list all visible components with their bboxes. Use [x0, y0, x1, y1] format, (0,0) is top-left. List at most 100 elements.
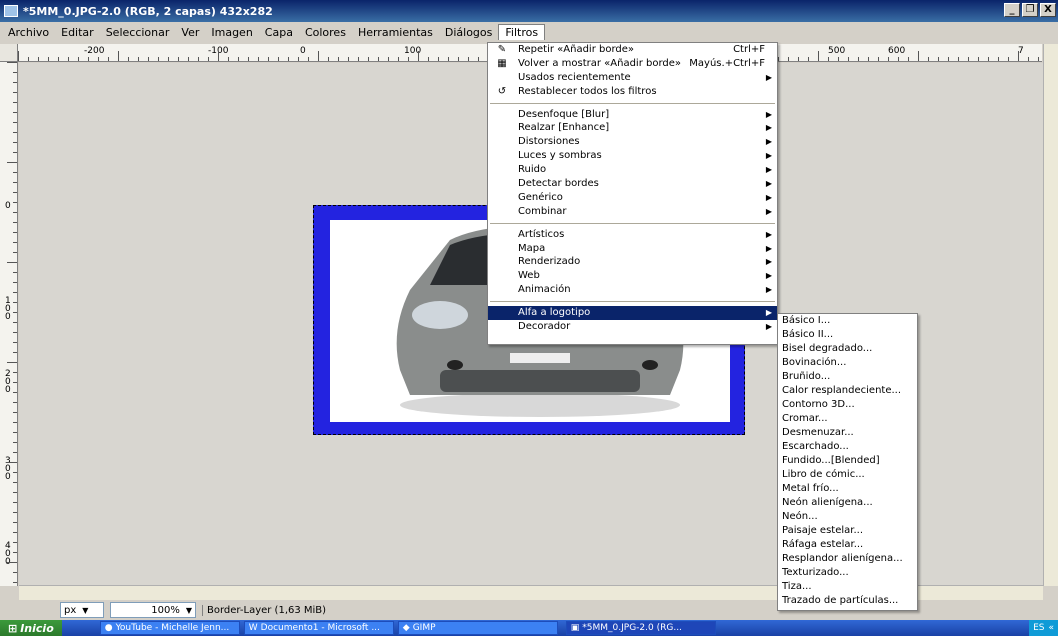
submenu-item-cromar[interactable]: Cromar... — [778, 412, 917, 426]
menu-imagen[interactable]: Imagen — [205, 25, 258, 40]
system-tray: ES « — [1029, 620, 1058, 636]
window-controls: _ ❐ X — [1004, 3, 1056, 17]
menu-item-restablecer-todos-los-filtros[interactable]: ↺ Restablecer todos los filtros — [488, 85, 777, 99]
menu-item-label: Renderizado — [518, 256, 581, 268]
minimize-button[interactable]: _ — [1004, 3, 1020, 17]
submenu-item-b-sico-i[interactable]: Básico I... — [778, 314, 917, 328]
menu-item-mapa[interactable]: Mapa ▶ — [488, 242, 777, 256]
menu-di-logos[interactable]: Diálogos — [439, 25, 499, 40]
repeat-icon: ✎ — [497, 44, 507, 55]
vertical-scrollbar[interactable] — [1043, 44, 1058, 586]
submenu-item-libro-de-c-mic[interactable]: Libro de cómic... — [778, 468, 917, 482]
menu-item-repetir-a-adir-borde[interactable]: ✎ Repetir «Añadir borde» Ctrl+F — [488, 43, 777, 57]
submenu-item-ne-n[interactable]: Neón... — [778, 510, 917, 524]
menu-item-combinar[interactable]: Combinar ▶ — [488, 205, 777, 219]
menu-seleccionar[interactable]: Seleccionar — [100, 25, 176, 40]
menu-item-usados-recientemente[interactable]: Usados recientemente ▶ — [488, 71, 777, 85]
ruler-tick-label: 0 — [5, 201, 11, 211]
submenu-item-bru-ido[interactable]: Bruñido... — [778, 370, 917, 384]
menu-item-label: Ruido — [518, 164, 547, 176]
layer-status: Border-Layer (1,63 MiB) — [202, 604, 326, 616]
menu-item-web[interactable]: Web ▶ — [488, 269, 777, 283]
submenu-item-escarchado[interactable]: Escarchado... — [778, 440, 917, 454]
submenu-item-r-faga-estelar[interactable]: Ráfaga estelar... — [778, 538, 917, 552]
menu-item-desenfoque-blur[interactable]: Desenfoque [Blur] ▶ — [488, 108, 777, 122]
zoom-select[interactable]: 100% ▼ — [110, 602, 196, 618]
menu-filtros[interactable]: Filtros — [498, 24, 546, 40]
task-label: Documento1 - Microsoft ... — [260, 623, 380, 633]
menu-item-renderizado[interactable]: Renderizado ▶ — [488, 255, 777, 269]
submenu-item-fundido-blended[interactable]: Fundido...[Blended] — [778, 454, 917, 468]
title-bar: *5MM_0.JPG-2.0 (RGB, 2 capas) 432x282 _ … — [0, 0, 1058, 22]
submenu-arrow-icon: ▶ — [765, 109, 772, 119]
ruler-tick-label: -200 — [84, 46, 105, 56]
submenu-item-b-sico-ii[interactable]: Básico II... — [778, 328, 917, 342]
menu-colores[interactable]: Colores — [299, 25, 352, 40]
word-icon: W — [248, 623, 258, 633]
menu-item-luces-y-sombras[interactable]: Luces y sombras ▶ — [488, 149, 777, 163]
menu-item-realzar-enhance[interactable]: Realzar [Enhance] ▶ — [488, 121, 777, 135]
submenu-item-bovinaci-n[interactable]: Bovinación... — [778, 356, 917, 370]
menu-separator — [490, 102, 775, 104]
task-gimp-image[interactable]: ▣ *5MM_0.JPG-2.0 (RG... — [565, 621, 716, 635]
menu-item-art-sticos[interactable]: Artísticos ▶ — [488, 228, 777, 242]
menu-item-label: Repetir «Añadir borde» — [518, 44, 635, 55]
menu-editar[interactable]: Editar — [55, 25, 100, 40]
menu-item-label: Combinar — [518, 205, 567, 217]
submenu-arrow-icon: ▶ — [765, 206, 772, 216]
vertical-ruler[interactable]: 01 0 02 0 03 0 04 0 0 — [0, 62, 18, 586]
submenu-arrow-icon: ▶ — [765, 123, 772, 133]
ruler-corner[interactable] — [0, 44, 18, 62]
menu-item-decorador[interactable]: Decorador ▶ — [488, 320, 777, 334]
submenu-item-bisel-degradado[interactable]: Bisel degradado... — [778, 342, 917, 356]
submenu-item-trazado-de-part-culas[interactable]: Trazado de partículas... — [778, 594, 917, 608]
start-button[interactable]: ⊞ Inicio — [0, 620, 62, 636]
submenu-item-tiza[interactable]: Tiza... — [778, 580, 917, 594]
menu-item-gen-rico[interactable]: Genérico ▶ — [488, 191, 777, 205]
submenu-item-metal-fr-o[interactable]: Metal frío... — [778, 482, 917, 496]
menu-item-label: Detectar bordes — [518, 178, 599, 190]
task-youtube[interactable]: ● YouTube - Michelle Jenn... — [99, 621, 240, 635]
menu-item-label: Decorador — [518, 321, 571, 333]
submenu-item-paisaje-estelar[interactable]: Paisaje estelar... — [778, 524, 917, 538]
ruler-tick-label: 600 — [888, 46, 906, 56]
task-word[interactable]: W Documento1 - Microsoft ... — [243, 621, 394, 635]
unit-value: px — [64, 604, 77, 616]
menu-item-animaci-n[interactable]: Animación ▶ — [488, 283, 777, 297]
reshow-icon: ▦ — [497, 57, 507, 69]
submenu-item-texturizado[interactable]: Texturizado... — [778, 566, 917, 580]
submenu-arrow-icon: ▶ — [765, 257, 772, 267]
menu-item-ruido[interactable]: Ruido ▶ — [488, 163, 777, 177]
menu-item-distorsiones[interactable]: Distorsiones ▶ — [488, 135, 777, 149]
submenu-item-calor-resplandeciente[interactable]: Calor resplandeciente... — [778, 384, 917, 398]
submenu-item-contorno-3d[interactable]: Contorno 3D... — [778, 398, 917, 412]
language-indicator[interactable]: ES — [1033, 623, 1044, 633]
windows-logo-icon: ⊞ — [8, 621, 18, 635]
menu-item-label: Artísticos — [518, 228, 565, 240]
menu-herramientas[interactable]: Herramientas — [352, 25, 439, 40]
maximize-button[interactable]: ❐ — [1022, 3, 1038, 17]
ruler-tick-label: 3 0 0 — [5, 456, 11, 482]
close-button[interactable]: X — [1040, 3, 1056, 17]
menu-item-label: Volver a mostrar «Añadir borde» — [518, 57, 682, 69]
zoom-value: 100% — [151, 604, 180, 616]
tray-expand-icon[interactable]: « — [1048, 623, 1054, 633]
submenu-item-resplandor-alien-gena[interactable]: Resplandor alienígena... — [778, 552, 917, 566]
menu-item-label: Usados recientemente — [518, 71, 631, 83]
menu-capa[interactable]: Capa — [259, 25, 299, 40]
task-gimp[interactable]: ◆ GIMP — [397, 621, 558, 635]
submenu-item-desmenuzar[interactable]: Desmenuzar... — [778, 426, 917, 440]
menu-item-alfa-a-logotipo[interactable]: Alfa a logotipo ▶ — [488, 306, 777, 321]
menu-item-label: Luces y sombras — [518, 150, 602, 162]
submenu-arrow-icon: ▶ — [765, 72, 772, 82]
menu-item-volver-a-mostrar-a-adir-borde[interactable]: ▦ Volver a mostrar «Añadir borde» Mayús.+C… — [488, 57, 777, 71]
ruler-tick-label: 2 0 0 — [5, 369, 11, 395]
submenu-item-ne-n-alien-gena[interactable]: Neón alienígena... — [778, 496, 917, 510]
menu-item-detectar-bordes[interactable]: Detectar bordes ▶ — [488, 177, 777, 191]
filtros-menu: ✎ Repetir «Añadir borde» Ctrl+F ▦ Volver a m… — [487, 42, 778, 345]
reset-icon: ↺ — [497, 85, 507, 97]
menu-ver[interactable]: Ver — [175, 25, 205, 40]
menu-item-label: Desenfoque [Blur] — [518, 108, 610, 120]
unit-select[interactable]: px ▼ — [60, 602, 104, 618]
menu-archivo[interactable]: Archivo — [2, 25, 55, 40]
